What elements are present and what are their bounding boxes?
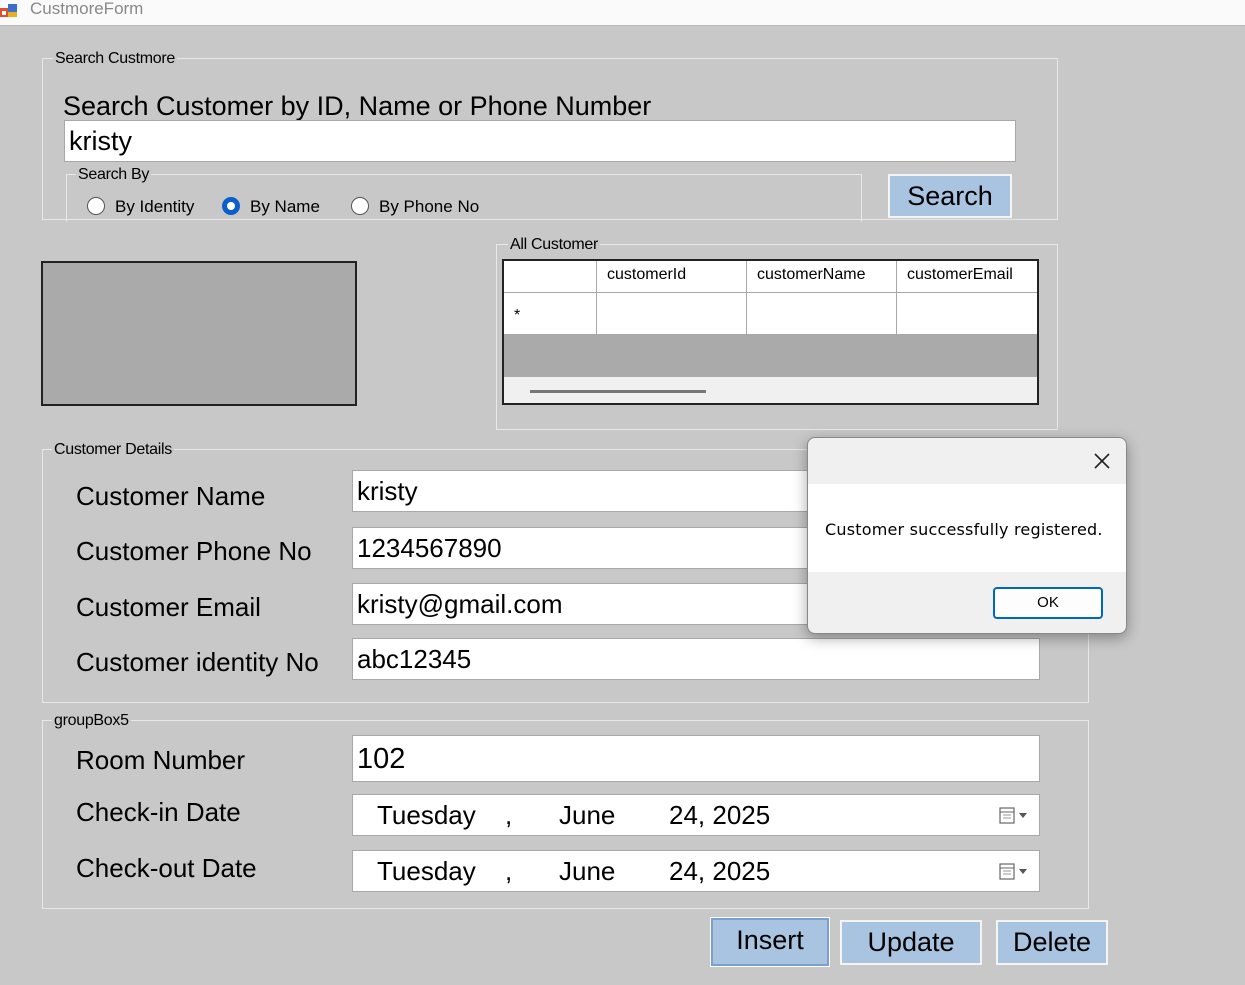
customer-identity-label: Customer identity No xyxy=(76,647,319,677)
radio-by-identity[interactable] xyxy=(87,197,105,215)
grid-cell-new-customeremail[interactable] xyxy=(897,293,1037,335)
dialog-message: Customer successfully registered. xyxy=(825,520,1103,539)
delete-button[interactable]: Delete xyxy=(996,920,1108,965)
grid-header-customeremail[interactable]: customerEmail xyxy=(897,261,1037,293)
grid-cell-new-customername[interactable] xyxy=(747,293,897,335)
grid-new-row-marker[interactable]: * xyxy=(504,293,597,335)
radio-by-phone-label[interactable]: By Phone No xyxy=(379,197,479,217)
checkout-separator: , xyxy=(505,856,513,886)
customer-details-label: Customer Details xyxy=(52,441,174,459)
customer-grid[interactable]: customerId customerName customerEmail * xyxy=(502,259,1039,405)
checkin-separator: , xyxy=(505,800,513,830)
app-icon xyxy=(0,4,17,17)
radio-by-name[interactable] xyxy=(222,197,240,215)
calendar-dropdown-icon[interactable] xyxy=(999,862,1029,882)
grid-cell-new-customerid[interactable] xyxy=(597,293,747,335)
search-by-label: Search By xyxy=(76,166,152,184)
title-bar xyxy=(0,0,1245,26)
ok-button[interactable]: OK xyxy=(993,587,1103,619)
customer-identity-input[interactable]: abc12345 xyxy=(352,638,1040,680)
update-button[interactable]: Update xyxy=(840,920,982,965)
grid-scrollbar-thumb[interactable] xyxy=(530,390,706,393)
checkin-weekday: Tuesday xyxy=(377,800,476,830)
search-heading: Search Customer by ID, Name or Phone Num… xyxy=(63,91,660,121)
close-icon[interactable] xyxy=(1092,451,1112,471)
checkout-weekday: Tuesday xyxy=(377,856,476,886)
calendar-dropdown-icon[interactable] xyxy=(999,806,1029,826)
message-dialog: Customer successfully registered. OK xyxy=(807,437,1127,634)
window-title: CustmoreForm xyxy=(30,0,144,18)
grid-header-customername[interactable]: customerName xyxy=(747,261,897,293)
room-number-label: Room Number xyxy=(76,745,246,775)
all-customer-label: All Customer xyxy=(508,236,600,254)
radio-by-name-label[interactable]: By Name xyxy=(250,197,320,217)
customer-phone-label: Customer Phone No xyxy=(76,536,312,566)
grid-horizontal-scrollbar[interactable] xyxy=(504,377,1037,403)
checkout-date-picker[interactable]: Tuesday , June 24, 2025 xyxy=(352,850,1040,892)
checkin-date-label: Check-in Date xyxy=(76,797,241,827)
radio-by-identity-label[interactable]: By Identity xyxy=(115,197,194,217)
search-group-label: Search Custmore xyxy=(53,50,177,68)
room-number-input[interactable]: 102 xyxy=(352,735,1040,782)
checkout-day-year: 24, 2025 xyxy=(669,856,771,886)
customer-photo-box xyxy=(41,261,357,406)
search-button[interactable]: Search xyxy=(888,174,1012,218)
checkin-date-picker[interactable]: Tuesday , June 24, 2025 xyxy=(352,794,1040,836)
checkin-day-year: 24, 2025 xyxy=(669,800,771,830)
checkout-month: June xyxy=(559,856,616,886)
checkin-month: June xyxy=(559,800,616,830)
search-input[interactable]: kristy xyxy=(64,120,1016,162)
insert-button[interactable]: Insert xyxy=(710,917,830,967)
grid-corner-header xyxy=(504,261,597,293)
customer-name-label: Customer Name xyxy=(76,481,266,511)
grid-header-customerid[interactable]: customerId xyxy=(597,261,747,293)
customer-email-label: Customer Email xyxy=(76,592,261,622)
checkout-date-label: Check-out Date xyxy=(76,853,257,883)
radio-by-phone[interactable] xyxy=(351,197,369,215)
room-group-label: groupBox5 xyxy=(52,712,131,730)
